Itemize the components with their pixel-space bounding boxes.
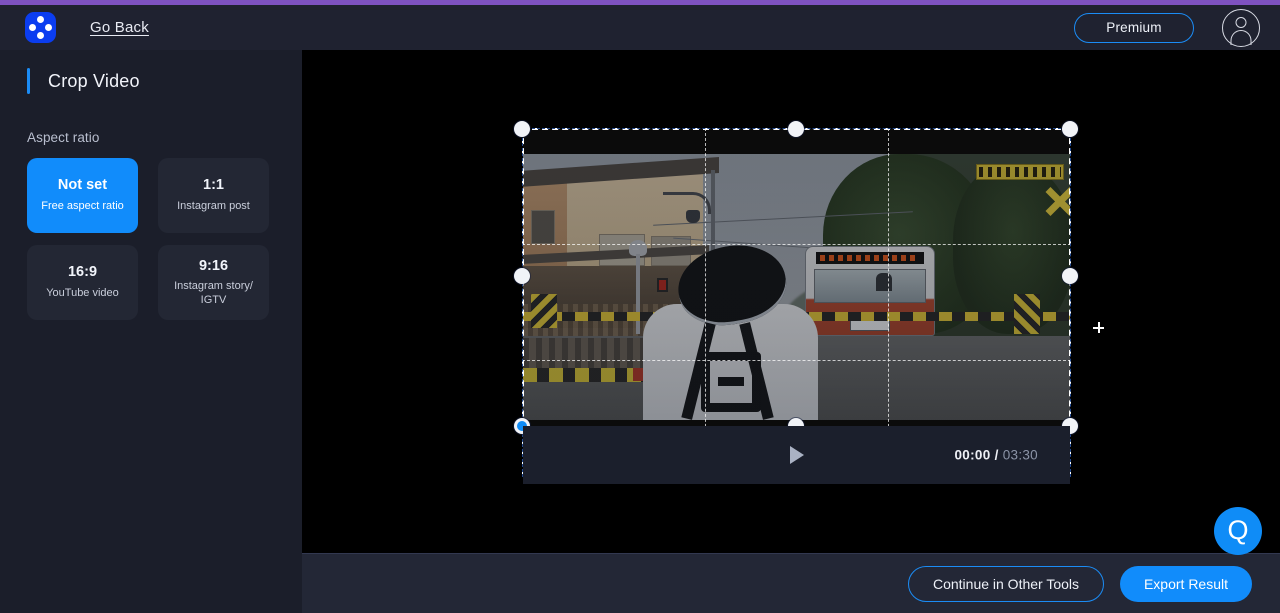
aspect-ratio-subtitle: Free aspect ratio <box>41 199 124 212</box>
aspect-ratio-title: Not set <box>57 177 108 194</box>
aspect-ratio-subtitle: YouTube video <box>46 286 119 299</box>
title-accent-bar <box>27 68 30 94</box>
header-actions: Premium <box>1074 8 1280 47</box>
app-header: Go Back Premium <box>0 5 1280 50</box>
crop-guide-horizontal-2 <box>522 360 1071 361</box>
help-chat-button[interactable]: Q <box>1214 507 1262 555</box>
total-time: 03:30 <box>1002 447 1038 463</box>
premium-button[interactable]: Premium <box>1074 12 1194 43</box>
aspect-ratio-title: 9:16 <box>198 257 229 274</box>
aspect-ratio-option-not-set[interactable]: Not set Free aspect ratio <box>27 158 138 233</box>
continue-in-other-tools-button[interactable]: Continue in Other Tools <box>908 565 1104 602</box>
current-time: 00:00 <box>954 447 991 463</box>
page-title: Crop Video <box>48 70 140 91</box>
scene-overlay-dim <box>523 154 1070 420</box>
avatar-head-icon <box>1235 16 1247 28</box>
avatar-body-icon <box>1230 29 1252 45</box>
help-bubble-icon: Q <box>1227 514 1249 545</box>
aspect-ratio-title: 1:1 <box>203 177 224 194</box>
video-frame <box>523 154 1070 420</box>
aspect-ratio-subtitle: Instagram story/ IGTV <box>174 279 253 306</box>
editor-canvas: 00:00 / 03:30 <box>302 50 1280 553</box>
aspect-ratio-grid: Not set Free aspect ratio 1:1 Instagram … <box>27 158 269 320</box>
export-result-button[interactable]: Export Result <box>1120 565 1252 602</box>
app-logo-icon[interactable] <box>25 12 56 43</box>
crop-handle-middle-right[interactable] <box>1062 268 1078 284</box>
crop-guide-horizontal-1 <box>522 244 1071 245</box>
aspect-ratio-option-16-9[interactable]: 16:9 YouTube video <box>27 245 138 320</box>
sidebar: Crop Video Aspect ratio Not set Free asp… <box>0 50 302 613</box>
time-separator: / <box>994 447 999 463</box>
crop-handle-top-left[interactable] <box>514 121 530 137</box>
app-root: Go Back Premium Crop Video Aspect ratio … <box>0 0 1280 613</box>
video-player-controls: 00:00 / 03:30 <box>523 426 1070 484</box>
aspect-ratio-title: 16:9 <box>67 264 98 281</box>
crop-guide-vertical-2 <box>888 128 889 477</box>
video-time-display: 00:00 / 03:30 <box>954 448 1038 463</box>
panel-title-row: Crop Video <box>27 66 302 96</box>
crop-handle-middle-left[interactable] <box>514 268 530 284</box>
crop-handle-top-right[interactable] <box>1062 121 1078 137</box>
aspect-ratio-label: Aspect ratio <box>27 130 100 145</box>
aspect-ratio-option-1-1[interactable]: 1:1 Instagram post <box>158 158 269 233</box>
play-icon[interactable] <box>789 446 804 464</box>
aspect-ratio-option-9-16[interactable]: 9:16 Instagram story/ IGTV <box>158 245 269 320</box>
footer-bar: Continue in Other Tools Export Result <box>302 553 1280 613</box>
aspect-ratio-subtitle: Instagram post <box>177 199 250 212</box>
move-crosshair-icon <box>1093 322 1104 333</box>
user-avatar-icon[interactable] <box>1222 8 1260 47</box>
crop-handle-top-center[interactable] <box>788 121 804 137</box>
crop-guide-vertical-1 <box>705 128 706 477</box>
go-back-link[interactable]: Go Back <box>90 19 149 36</box>
